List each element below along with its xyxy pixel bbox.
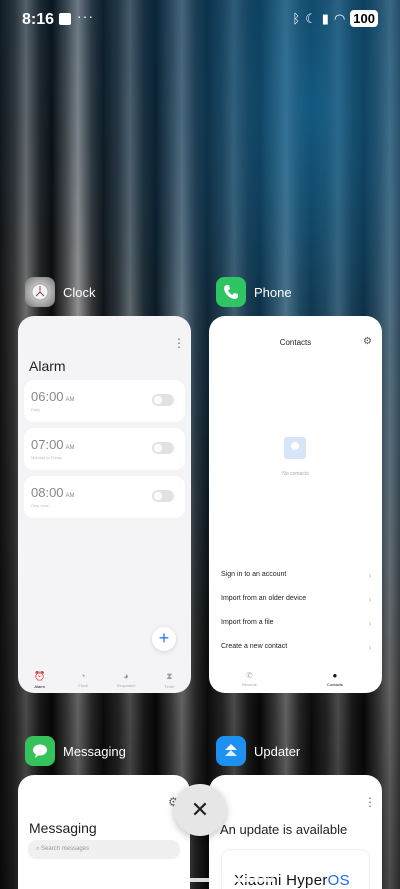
empty-contacts-icon — [284, 437, 306, 459]
tab-recents[interactable]: ✆ Recents — [242, 671, 257, 687]
messaging-app-name: Messaging — [63, 743, 126, 759]
messaging-app-header[interactable]: Messaging — [25, 736, 126, 766]
updater-app-card[interactable]: ⋮ An update is available Xiaomi HyperOS — [209, 775, 382, 889]
tab-label: Clock — [77, 683, 88, 688]
alarm-toggle[interactable] — [152, 490, 174, 502]
import-older-device-link[interactable]: Import from an older device › — [221, 595, 371, 604]
alarm-time: 08:00 — [31, 485, 64, 500]
sign-in-link[interactable]: Sign in to an account › — [221, 571, 371, 580]
empty-contacts-text: No contacts — [282, 471, 309, 477]
chevron-right-icon: › — [368, 643, 371, 652]
wifi-icon: ◠ — [333, 10, 346, 26]
bluetooth-icon: ᛒ — [292, 11, 301, 26]
status-bar: 8:16 ··· ᛒ ☾ ▮ ◠ 100 — [0, 0, 400, 40]
alarm-time: 07:00 — [31, 437, 64, 452]
link-label: Sign in to an account — [221, 571, 287, 578]
alarm-item[interactable]: 08:00 AM Only once — [24, 476, 185, 518]
alarm-toggle[interactable] — [152, 394, 174, 406]
alarm-repeat: Monday to Friday — [31, 455, 62, 460]
alarm-item[interactable]: 07:00 AM Monday to Friday — [24, 428, 185, 470]
tab-label: Alarm — [34, 684, 45, 689]
alarm-repeat: Daily — [31, 407, 40, 412]
phone-app-card[interactable]: Contacts ⚙ No contacts Sign in to an acc… — [209, 316, 382, 693]
close-icon: ✕ — [190, 797, 210, 822]
chevron-right-icon: › — [368, 595, 371, 604]
tab-contacts[interactable]: ● Contacts — [327, 671, 343, 687]
link-label: Import from a file — [221, 619, 274, 626]
clock-app-icon[interactable] — [25, 277, 55, 307]
moon-icon: ☾ — [305, 10, 317, 26]
alarm-ampm: AM — [65, 493, 75, 499]
link-label: Import from an older device — [221, 595, 307, 602]
phone-app-header[interactable]: Phone — [216, 277, 292, 307]
alarm-title: Alarm — [29, 358, 66, 374]
messaging-app-icon[interactable] — [25, 736, 55, 766]
chevron-right-icon: › — [368, 619, 371, 628]
tab-stopwatch[interactable]: ◕ Stopwatch — [106, 671, 146, 689]
clock-app-card[interactable]: ⋮ Alarm 06:00 AM Daily 07:00 AM Monday to … — [18, 316, 191, 693]
tab-timer[interactable]: ⧗ Timer — [149, 671, 189, 689]
messaging-app-card[interactable]: ⚙ Messaging ⌕ Search messages — [18, 775, 190, 889]
hourglass-icon: ⧗ — [166, 671, 173, 681]
create-contact-link[interactable]: Create a new contact › — [221, 643, 371, 652]
tab-label: Stopwatch — [116, 683, 136, 688]
status-time: 8:16 — [22, 11, 55, 28]
tab-alarm[interactable]: ⏰ Alarm — [20, 671, 60, 689]
tab-clock[interactable]: ◔ Clock — [63, 671, 103, 689]
alarm-icon: ⏰ — [34, 671, 46, 681]
tab-label: Recents — [242, 682, 257, 687]
messaging-title: Messaging — [29, 820, 97, 836]
hyperos-banner: Xiaomi HyperOS — [222, 850, 369, 889]
link-label: Create a new contact — [221, 643, 288, 650]
stopwatch-icon: ◕ — [123, 671, 129, 681]
more-notifications-icon: ··· — [77, 8, 94, 24]
phone-icon: ✆ — [245, 671, 253, 680]
notification-icon — [59, 13, 71, 25]
person-icon: ● — [332, 671, 338, 680]
alarm-toggle[interactable] — [152, 442, 174, 454]
search-messages-input[interactable]: ⌕ Search messages — [28, 840, 180, 859]
add-alarm-button[interactable]: + — [152, 627, 176, 651]
updater-app-icon[interactable] — [216, 736, 246, 766]
tab-label: Timer — [164, 684, 175, 689]
status-icons: ᛒ ☾ ▮ ◠ 100 — [292, 10, 378, 27]
updater-app-name: Updater — [254, 743, 301, 759]
more-options-icon[interactable]: ⋮ — [364, 795, 376, 809]
alarm-item[interactable]: 06:00 AM Daily — [24, 380, 185, 422]
alarm-repeat: Only once — [31, 503, 50, 508]
clock-icon: ◔ — [80, 671, 86, 681]
phone-app-name: Phone — [254, 284, 292, 300]
alarm-ampm: AM — [65, 445, 75, 451]
tab-label: Contacts — [327, 682, 343, 687]
contacts-title: Contacts — [279, 338, 312, 347]
clock-app-header[interactable]: Clock — [25, 277, 96, 307]
clock-app-name: Clock — [63, 284, 96, 300]
up-arrows-icon — [225, 744, 237, 756]
clear-all-button[interactable]: ✕ — [174, 784, 226, 836]
home-indicator[interactable] — [126, 878, 274, 882]
battery-icon: 100 — [350, 10, 378, 27]
alarm-ampm: AM — [65, 397, 75, 403]
signal-icon: ▮ — [321, 10, 329, 26]
brand-suffix: OS — [327, 872, 350, 889]
phone-app-icon[interactable] — [216, 277, 246, 307]
import-file-link[interactable]: Import from a file › — [221, 619, 371, 628]
more-options-icon[interactable]: ⋮ — [173, 336, 185, 350]
alarm-time: 06:00 — [31, 389, 64, 404]
clock-bottom-nav: ⏰ Alarm ◔ Clock ◕ Stopwatch ⧗ Timer — [18, 671, 191, 689]
chat-bubble-icon — [33, 744, 47, 758]
update-title: An update is available — [220, 822, 348, 837]
clock-face-icon — [31, 283, 49, 301]
updater-app-header[interactable]: Updater — [216, 736, 300, 766]
chevron-right-icon: › — [368, 571, 371, 580]
search-placeholder: Search messages — [41, 846, 90, 852]
settings-icon[interactable]: ⚙ — [363, 336, 372, 347]
phone-handset-icon — [224, 285, 238, 299]
